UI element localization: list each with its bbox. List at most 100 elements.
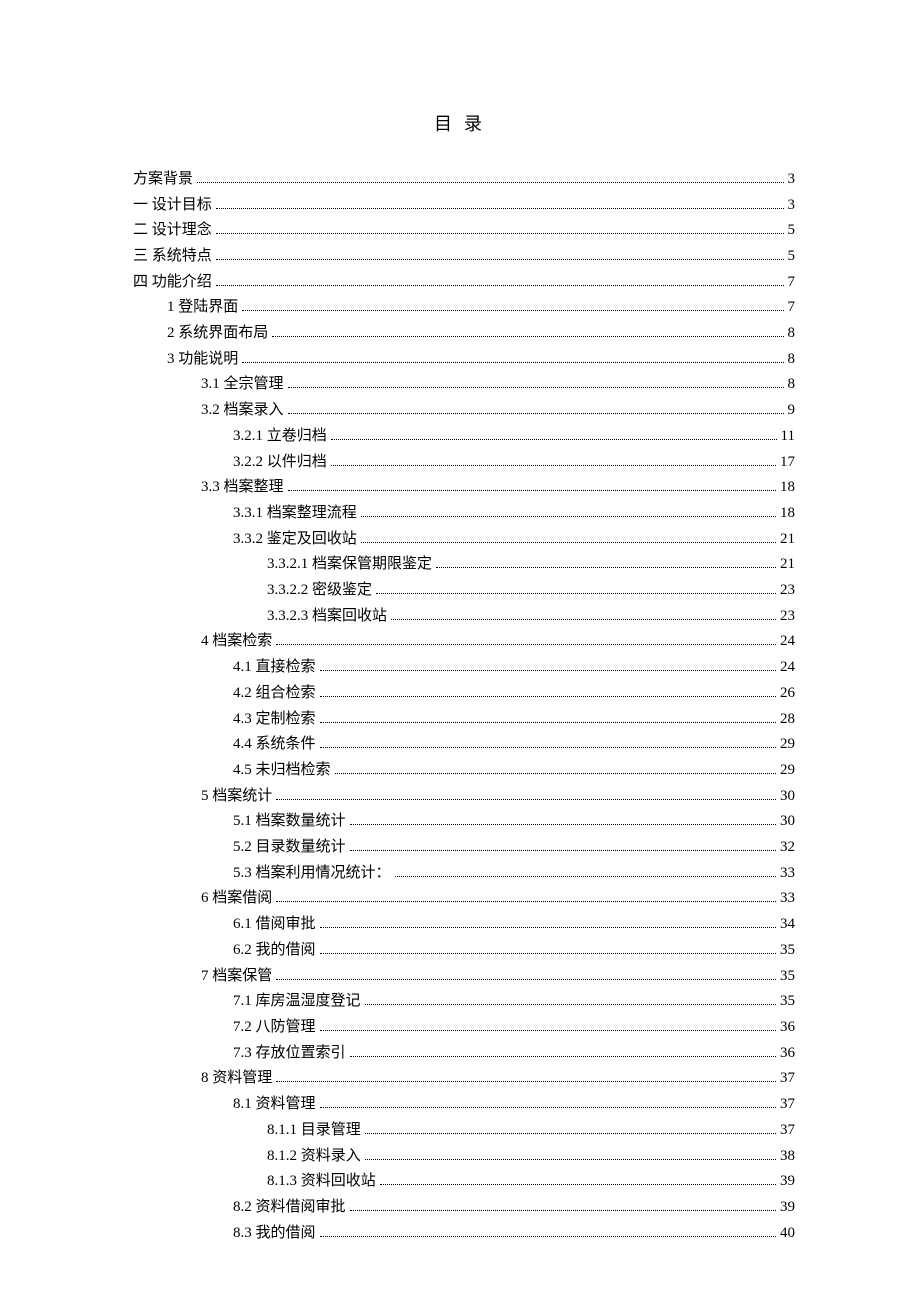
toc-entry[interactable]: 4.1 直接检索24: [133, 655, 795, 681]
toc-leader-dots: [365, 1133, 776, 1134]
toc-entry[interactable]: 方案背景3: [133, 167, 795, 193]
toc-leader-dots: [216, 208, 784, 209]
toc-entry-label: 一 设计目标: [133, 193, 212, 219]
toc-entry[interactable]: 8.3 我的借阅 40: [133, 1221, 795, 1247]
toc-entry[interactable]: 7.3 存放位置索引36: [133, 1041, 795, 1067]
toc-entry-page: 39: [780, 1169, 795, 1195]
toc-entry-label: 三 系统特点: [133, 244, 212, 270]
toc-entry[interactable]: 8.1 资料管理37: [133, 1092, 795, 1118]
toc-leader-dots: [331, 465, 776, 466]
toc-entry-label: 3.3.1 档案整理流程: [233, 501, 357, 527]
toc-entry[interactable]: 8.1.2 资料录入38: [133, 1144, 795, 1170]
toc-entry-page: 33: [780, 886, 795, 912]
document-page: 目录 方案背景3一 设计目标3二 设计理念5三 系统特点5四 功能介绍71 登陆…: [0, 0, 920, 1302]
toc-entry[interactable]: 3.3.2.2 密级鉴定23: [133, 578, 795, 604]
toc-entry-label: 3.3.2 鉴定及回收站: [233, 527, 357, 553]
toc-entry[interactable]: 6.2 我的借阅 35: [133, 938, 795, 964]
toc-leader-dots: [276, 799, 776, 800]
toc-entry[interactable]: 5 档案统计30: [133, 784, 795, 810]
toc-entry-label: 8.1.2 资料录入: [267, 1144, 361, 1170]
toc-entry[interactable]: 4.2 组合检索26: [133, 681, 795, 707]
toc-entry[interactable]: 2 系统界面布局8: [133, 321, 795, 347]
toc-entry-label: 8.2 资料借阅审批: [233, 1195, 346, 1221]
toc-entry-page: 35: [780, 938, 795, 964]
toc-entry[interactable]: 8.1.1 目录管理37: [133, 1118, 795, 1144]
toc-leader-dots: [276, 1081, 776, 1082]
toc-entry[interactable]: 8.1.3 资料回收站39: [133, 1169, 795, 1195]
toc-entry-label: 4.4 系统条件: [233, 732, 316, 758]
toc-entry[interactable]: 3.3 档案整理 18: [133, 475, 795, 501]
toc-entry-label: 二 设计理念: [133, 218, 212, 244]
toc-entry-label: 3.3.2.3 档案回收站: [267, 604, 387, 630]
toc-entry[interactable]: 3.2.2 以件归档17: [133, 450, 795, 476]
toc-entry[interactable]: 3.2 档案录入9: [133, 398, 795, 424]
toc-entry-page: 29: [780, 758, 795, 784]
toc-entry-page: 35: [780, 989, 795, 1015]
toc-entry-label: 5.2 目录数量统计: [233, 835, 346, 861]
toc-leader-dots: [320, 953, 776, 954]
toc-leader-dots: [320, 1107, 776, 1108]
toc-entry[interactable]: 三 系统特点5: [133, 244, 795, 270]
toc-entry-page: 21: [780, 552, 795, 578]
toc-entry-page: 30: [780, 784, 795, 810]
toc-entry-page: 29: [780, 732, 795, 758]
toc-leader-dots: [436, 567, 776, 568]
toc-leader-dots: [320, 696, 776, 697]
toc-entry[interactable]: 一 设计目标3: [133, 193, 795, 219]
toc-entry[interactable]: 7.2 八防管理36: [133, 1015, 795, 1041]
toc-entry[interactable]: 4.4 系统条件 29: [133, 732, 795, 758]
toc-entry-label: 8.3 我的借阅: [233, 1221, 316, 1247]
toc-entry[interactable]: 四 功能介绍7: [133, 270, 795, 296]
toc-entry[interactable]: 二 设计理念5: [133, 218, 795, 244]
toc-entry-label: 四 功能介绍: [133, 270, 212, 296]
toc-leader-dots: [320, 1030, 776, 1031]
toc-entry[interactable]: 3 功能说明8: [133, 347, 795, 373]
toc-entry[interactable]: 5.1 档案数量统计30: [133, 809, 795, 835]
toc-entry[interactable]: 7.1 库房温湿度登记35: [133, 989, 795, 1015]
toc-entry-label: 3.3.2.2 密级鉴定: [267, 578, 372, 604]
toc-entry[interactable]: 3.3.2.3 档案回收站23: [133, 604, 795, 630]
toc-entry[interactable]: 5.2 目录数量统计32: [133, 835, 795, 861]
toc-entry-label: 4 档案检索: [201, 629, 272, 655]
toc-entry-label: 3.3.2.1 档案保管期限鉴定: [267, 552, 432, 578]
toc-leader-dots: [272, 336, 783, 337]
toc-entry[interactable]: 4 档案检索24: [133, 629, 795, 655]
toc-leader-dots: [320, 747, 776, 748]
toc-entry-label: 5.3 档案利用情况统计：: [233, 861, 391, 887]
toc-entry-label: 3.1 全宗管理: [201, 372, 284, 398]
toc-entry[interactable]: 1 登陆界面7: [133, 295, 795, 321]
toc-entry[interactable]: 8 资料管理37: [133, 1066, 795, 1092]
toc-entry[interactable]: 8.2 资料借阅审批39: [133, 1195, 795, 1221]
toc-leader-dots: [331, 439, 777, 440]
toc-entry-label: 7 档案保管: [201, 964, 272, 990]
toc-leader-dots: [376, 593, 776, 594]
toc-entry[interactable]: 6 档案借阅33: [133, 886, 795, 912]
toc-leader-dots: [197, 182, 783, 183]
toc-entry-label: 1 登陆界面: [167, 295, 238, 321]
toc-leader-dots: [288, 387, 784, 388]
toc-entry[interactable]: 7 档案保管35: [133, 964, 795, 990]
toc-entry-page: 18: [780, 501, 795, 527]
toc-leader-dots: [276, 901, 776, 902]
toc-entry-page: 18: [780, 475, 795, 501]
toc-entry[interactable]: 6.1 借阅审批34: [133, 912, 795, 938]
toc-entry[interactable]: 3.3.2 鉴定及回收站21: [133, 527, 795, 553]
toc-entry-page: 37: [780, 1118, 795, 1144]
toc-entry-label: 3.3 档案整理: [201, 475, 284, 501]
toc-entry[interactable]: 4.5 未归档检索29: [133, 758, 795, 784]
toc-entry[interactable]: 3.3.2.1 档案保管期限鉴定 21: [133, 552, 795, 578]
toc-entry-label: 6.2 我的借阅: [233, 938, 316, 964]
toc-entry[interactable]: 4.3 定制检索28: [133, 707, 795, 733]
toc-entry-page: 40: [780, 1221, 795, 1247]
toc-entry-page: 34: [780, 912, 795, 938]
toc-entry[interactable]: 3.1 全宗管理8: [133, 372, 795, 398]
toc-entry-page: 8: [788, 321, 796, 347]
toc-entry[interactable]: 5.3 档案利用情况统计：33: [133, 861, 795, 887]
toc-entry[interactable]: 3.2.1 立卷归档11: [133, 424, 795, 450]
toc-entry[interactable]: 3.3.1 档案整理流程 18: [133, 501, 795, 527]
toc-leader-dots: [288, 490, 776, 491]
toc-leader-dots: [216, 259, 784, 260]
toc-leader-dots: [320, 927, 776, 928]
toc-entry-label: 4.1 直接检索: [233, 655, 316, 681]
toc-leader-dots: [242, 362, 783, 363]
